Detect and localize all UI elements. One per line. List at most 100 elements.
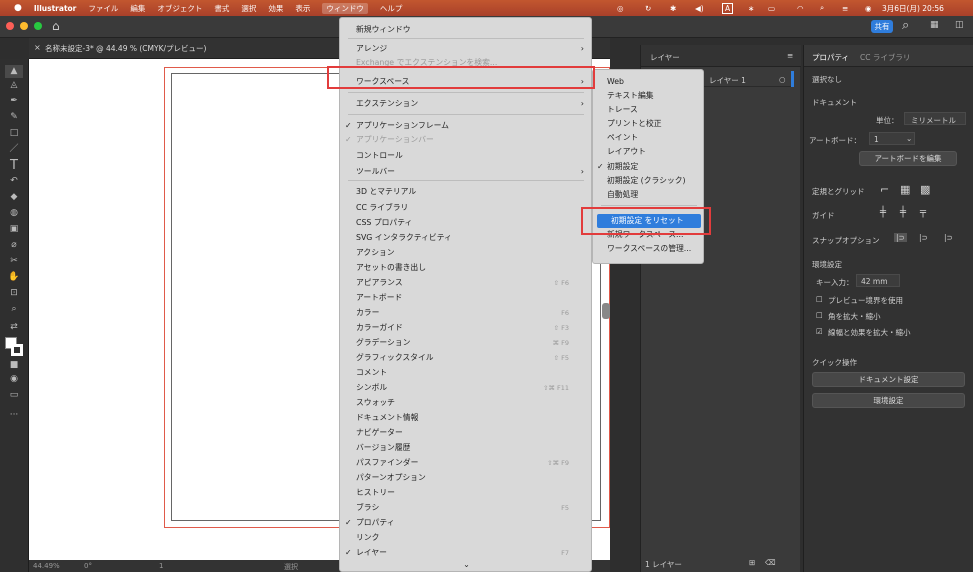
wifi-icon[interactable]: ◠ xyxy=(797,4,804,13)
tab-cc-libraries[interactable]: CC ライブラリ xyxy=(860,52,910,63)
workspace-item-tracing[interactable]: トレース xyxy=(593,103,705,117)
pen-tool-icon[interactable]: ✒ xyxy=(5,95,23,108)
document-setup-button[interactable]: ドキュメント設定 xyxy=(812,372,965,387)
window-menu-item-artboards[interactable]: アートボード xyxy=(340,291,591,305)
menu-object[interactable]: オブジェクト xyxy=(157,3,202,14)
window-menu-item-brushes[interactable]: ブラシ F5 xyxy=(340,501,591,515)
status-icon[interactable]: ◎ xyxy=(617,4,624,13)
curvature-tool-icon[interactable]: ✎ xyxy=(5,111,23,124)
show-guides-icon[interactable]: ╪ xyxy=(880,207,886,218)
scale-strokes-checkbox[interactable]: ☑ xyxy=(816,327,823,336)
close-tab-icon[interactable]: × xyxy=(34,43,41,52)
menu-type[interactable]: 書式 xyxy=(214,3,229,14)
snap-point-icon[interactable]: |⊃ xyxy=(894,233,907,242)
window-menu-item-gradient[interactable]: グラデーション ⌘ F9 xyxy=(340,336,591,350)
ruler-icon[interactable]: ⌐ xyxy=(880,183,889,196)
window-menu-item-extensions[interactable]: エクステンション › xyxy=(340,97,591,111)
layers-tab[interactable]: レイヤー xyxy=(650,52,680,63)
snap-glyph-icon[interactable]: |⊃ xyxy=(944,233,953,242)
window-menu-item-properties[interactable]: ✓ プロパティ xyxy=(340,516,591,530)
zoom-tool-icon[interactable]: ⌕ xyxy=(5,303,23,316)
units-dropdown[interactable]: ミリメートル xyxy=(904,112,966,125)
smart-guides-icon[interactable]: ╤ xyxy=(920,207,926,218)
window-menu-item-document-info[interactable]: ドキュメント情報 xyxy=(340,411,591,425)
app-menu[interactable]: Illustrator xyxy=(34,4,77,13)
menu-window[interactable]: ウィンドウ xyxy=(322,2,368,14)
window-menu-item-css-properties[interactable]: CSS プロパティ xyxy=(340,216,591,230)
status-mode[interactable]: 選択 xyxy=(284,562,298,572)
color-mode-icon[interactable]: ■ xyxy=(5,359,23,372)
bluetooth-icon[interactable]: ∗ xyxy=(748,4,754,13)
menu-help[interactable]: ヘルプ xyxy=(380,3,403,14)
minimize-window-button[interactable] xyxy=(20,22,28,30)
rotation-angle[interactable]: 0° xyxy=(84,562,92,570)
window-menu-item-history[interactable]: ヒストリー xyxy=(340,486,591,500)
preview-bounds-checkbox[interactable]: ☐ xyxy=(816,295,823,304)
eraser-tool-icon[interactable]: ◆ xyxy=(5,191,23,204)
lock-guides-icon[interactable]: ╪ xyxy=(900,207,906,218)
home-icon[interactable]: ⌂ xyxy=(52,19,60,33)
document-tab[interactable]: 名称未設定-3* @ 44.49 % (CMYK/プレビュー) xyxy=(45,43,206,54)
grid-icon[interactable]: ▦ xyxy=(900,183,910,196)
window-menu-item-svg-interactivity[interactable]: SVG インタラクティビティ xyxy=(340,231,591,245)
workspace-item-essentials-classic[interactable]: 初期設定 (クラシック) xyxy=(593,174,705,188)
menu-view[interactable]: 表示 xyxy=(295,3,310,14)
zoom-window-button[interactable] xyxy=(34,22,42,30)
paintbrush-tool-icon[interactable]: ／ xyxy=(5,143,23,156)
share-button[interactable]: 共有 xyxy=(871,20,893,33)
sync-icon[interactable]: ↻ xyxy=(645,4,651,13)
type-tool-icon[interactable]: T xyxy=(5,159,23,172)
screen-mode-icon[interactable]: ▭ xyxy=(5,389,23,402)
menu-select[interactable]: 選択 xyxy=(241,3,256,14)
workspace-item-manage-workspaces[interactable]: ワークスペースの管理... xyxy=(593,242,705,256)
artboard-number[interactable]: 1 xyxy=(159,562,163,570)
window-menu-item-color[interactable]: カラー F6 xyxy=(340,306,591,320)
shape-builder-tool-icon[interactable]: ◍ xyxy=(5,207,23,220)
tab-properties[interactable]: プロパティ xyxy=(812,52,849,63)
snap-pixel-icon[interactable]: |⊃ xyxy=(919,233,928,242)
artboard-select[interactable]: 1 ⌄ xyxy=(869,132,915,145)
extension-icon[interactable]: ✱ xyxy=(670,4,676,13)
menu-file[interactable]: ファイル xyxy=(88,3,118,14)
workspace-item-web[interactable]: Web xyxy=(593,75,705,89)
hand-tool-icon[interactable]: ✋ xyxy=(5,271,23,284)
vertical-scrollbar[interactable] xyxy=(602,303,610,319)
workspace-item-painting[interactable]: ペイント xyxy=(593,131,705,145)
window-menu-item-asset-export[interactable]: アセットの書き出し xyxy=(340,261,591,275)
window-menu-item-appearance[interactable]: アピアランス ⇧ F6 xyxy=(340,276,591,290)
clock[interactable]: 3月6日(月) 20:56 xyxy=(882,3,944,14)
zoom-level[interactable]: 44.49% xyxy=(33,562,60,570)
spotlight-icon[interactable]: ⌕ xyxy=(820,3,824,13)
target-icon[interactable]: ○ xyxy=(779,75,786,84)
rectangle-tool-icon[interactable]: □ xyxy=(5,127,23,140)
window-menu-item-swatches[interactable]: スウォッチ xyxy=(340,396,591,410)
window-menu-item-application-frame[interactable]: ✓ アプリケーションフレーム xyxy=(340,119,591,133)
preferences-button[interactable]: 環境設定 xyxy=(812,393,965,408)
scroll-more-icon[interactable]: ⌄ xyxy=(340,558,591,571)
apple-icon[interactable]: ● xyxy=(14,3,22,13)
edit-artboard-button[interactable]: アートボードを編集 xyxy=(859,151,957,166)
eyedropper-tool-icon[interactable]: ⌀ xyxy=(5,239,23,252)
workspace-item-essentials[interactable]: ✓ 初期設定 xyxy=(593,160,705,174)
window-menu-item-cc-libraries[interactable]: CC ライブラリ xyxy=(340,201,591,215)
panel-toggle-icon[interactable]: ◫ xyxy=(955,20,964,30)
rotate-tool-icon[interactable]: ↶ xyxy=(5,175,23,188)
pixel-grid-icon[interactable]: ▩ xyxy=(920,183,930,196)
more-tools-icon[interactable]: ··· xyxy=(5,409,23,422)
window-menu-item-control[interactable]: コントロール xyxy=(340,149,591,163)
window-menu-item-color-guide[interactable]: カラーガイド ⇧ F3 xyxy=(340,321,591,335)
volume-icon[interactable]: ◀) xyxy=(695,4,704,13)
swap-colors-icon[interactable]: ⇄ xyxy=(5,321,23,334)
siri-icon[interactable]: ◉ xyxy=(865,4,872,13)
arrange-icon[interactable]: ▦ xyxy=(930,20,939,30)
close-window-button[interactable] xyxy=(6,22,14,30)
window-menu-item-navigator[interactable]: ナビゲーター xyxy=(340,426,591,440)
window-menu-item-3d-materials[interactable]: 3D とマテリアル xyxy=(340,185,591,199)
input-icon[interactable]: A xyxy=(722,2,734,14)
workspace-item-automation[interactable]: 自動処理 xyxy=(593,188,705,202)
workspace-item-printing-proofing[interactable]: プリントと校正 xyxy=(593,117,705,131)
workspace-item-layout[interactable]: レイアウト xyxy=(593,145,705,159)
window-menu-item-symbols[interactable]: シンボル ⇧⌘ F11 xyxy=(340,381,591,395)
window-menu-item-application-bar[interactable]: ✓ アプリケーションバー xyxy=(340,133,591,147)
layer-name[interactable]: レイヤー 1 xyxy=(709,75,746,86)
